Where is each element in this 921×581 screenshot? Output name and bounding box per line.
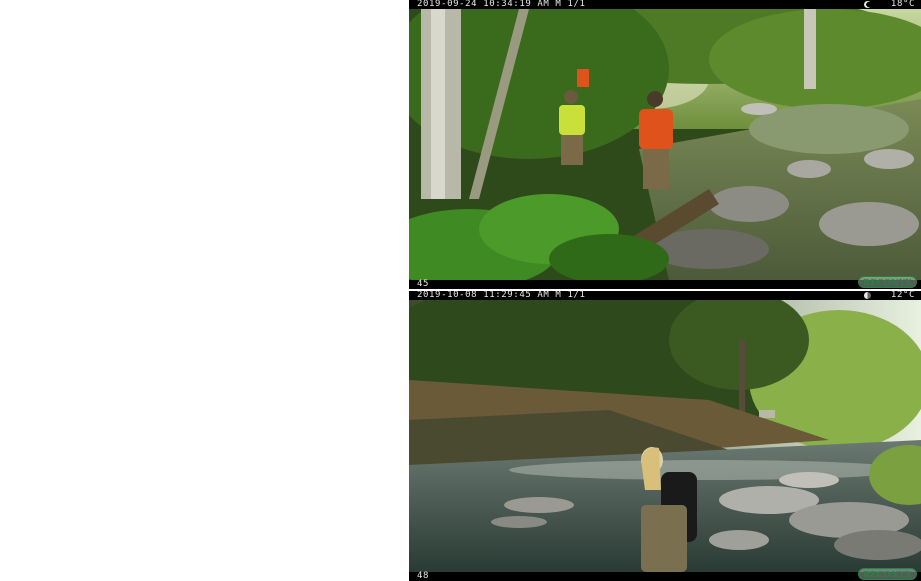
river-scene bbox=[409, 300, 921, 572]
moon-phase-icon bbox=[864, 292, 871, 299]
temperature: 12°C bbox=[890, 291, 915, 300]
temperature: 18°C bbox=[890, 0, 915, 9]
reconyx-logo: RECONYX bbox=[858, 568, 917, 580]
camera-id: 45 bbox=[417, 279, 430, 289]
camera-id: 48 bbox=[417, 571, 430, 581]
info-bar-top: 2019-10-08 11:29:45 AM M 1/1 12°C bbox=[409, 291, 921, 300]
camera-trap-photo-2: 2019-10-08 11:29:45 AM M 1/1 12°C 48 REC… bbox=[409, 291, 921, 581]
info-bar-bottom: 48 bbox=[409, 572, 921, 581]
forest-stream-scene bbox=[409, 9, 921, 280]
camera-trap-photo-1: 2019-09-24 10:34:19 AM M 1/1 18°C 45 REC… bbox=[409, 0, 921, 289]
reconyx-logo: RECONYX bbox=[858, 276, 917, 288]
info-bar-top: 2019-09-24 10:34:19 AM M 1/1 18°C bbox=[409, 0, 921, 9]
info-bar-bottom: 45 bbox=[409, 280, 921, 289]
timestamp: 2019-09-24 10:34:19 AM M 1/1 bbox=[417, 0, 586, 9]
moon-phase-icon bbox=[864, 1, 871, 8]
timestamp: 2019-10-08 11:29:45 AM M 1/1 bbox=[417, 291, 586, 300]
